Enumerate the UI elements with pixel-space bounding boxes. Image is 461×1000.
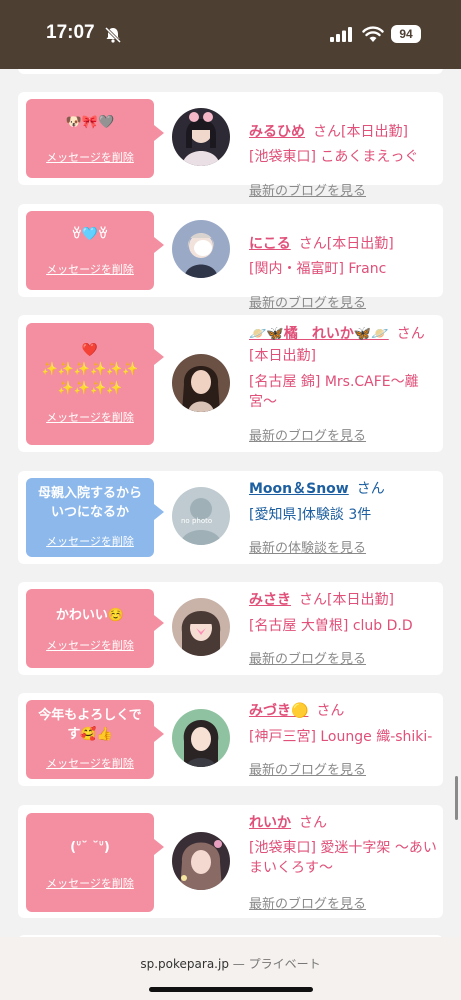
latest-review-link[interactable]: 最新の体験談を見る — [249, 537, 366, 556]
cast-name-link[interactable]: れいか — [249, 815, 291, 831]
url-domain: sp.pokepara.jp — [140, 957, 229, 971]
cast-name-link[interactable]: みづき🟡 — [249, 703, 308, 719]
avatar[interactable] — [172, 832, 230, 890]
cast-name-link[interactable]: みさき — [249, 592, 291, 608]
message-text: かわいい☺️ — [55, 608, 125, 623]
previous-card-edge — [18, 69, 443, 74]
avatar[interactable] — [172, 354, 230, 412]
cast-name-link[interactable]: にこる — [249, 236, 291, 252]
private-mode-label: プライベート — [248, 957, 321, 971]
wifi-icon — [362, 26, 384, 42]
shop-info: [池袋東口] 愛迷十字架 〜あいまいくろす〜 — [249, 840, 437, 876]
delete-message-link[interactable]: メッセージを削除 — [26, 261, 154, 277]
avatar[interactable] — [172, 108, 230, 166]
delete-message-link[interactable]: メッセージを削除 — [26, 149, 154, 165]
message-card: 今年もよろしくで す🥰👍 メッセージを削除 みづき🟡 さん [神戸三宮] Loun… — [18, 693, 443, 786]
bell-muted-icon — [104, 26, 122, 44]
battery-indicator: 94 — [391, 25, 421, 43]
shop-info: [名古屋 大曽根] club D.D — [249, 618, 413, 634]
name-line: 🪐🦋橘 れいか🦋🪐 さん[本日出勤] — [249, 323, 435, 367]
cast-name-link[interactable]: 🪐🦋橘 れいか🦋🪐 — [249, 326, 389, 342]
url-display[interactable]: sp.pokepara.jp — プライベート — [0, 955, 461, 972]
delete-message-link[interactable]: メッセージを削除 — [26, 755, 154, 771]
no-photo-label: no photo — [181, 517, 212, 525]
message-card: 🐶🎀🩶 メッセージを削除 みるひめ さん[本日出勤] [池袋東口] こあくまえっぐ… — [18, 92, 443, 199]
home-indicator[interactable] — [149, 987, 313, 992]
shop-info: [名古屋 錦] Mrs.CAFE〜離宮〜 — [249, 374, 419, 410]
message-list[interactable]: 🐶🎀🩶 メッセージを削除 みるひめ さん[本日出勤] [池袋東口] こあくまえっぐ… — [0, 69, 461, 937]
cast-name-link[interactable]: Moon＆Snow — [249, 481, 349, 497]
latest-blog-link[interactable]: 最新のブログを見る — [249, 180, 366, 199]
shop-info: [愛知県]体験談 3件 — [249, 507, 372, 523]
message-bubble: ❤️ ✨✨✨✨✨✨ ✨✨✨✨ メッセージを削除 — [26, 323, 164, 445]
latest-blog-link[interactable]: 最新のブログを見る — [249, 425, 366, 444]
message-text: ❤️ ✨✨✨✨✨✨ ✨✨✨✨ — [41, 343, 139, 396]
cast-status: さん[本日出勤] — [313, 124, 408, 140]
message-bubble: 🐶🎀🩶 メッセージを削除 — [26, 99, 164, 178]
latest-blog-link[interactable]: 最新のブログを見る — [249, 648, 366, 667]
status-time: 17:07 — [46, 22, 95, 43]
cast-status: さん — [316, 703, 345, 719]
signal-icon — [330, 27, 352, 42]
name-line: みづき🟡 さん — [249, 700, 435, 722]
latest-blog-link[interactable]: 最新のブログを見る — [249, 292, 366, 311]
delete-message-link[interactable]: メッセージを削除 — [26, 409, 154, 425]
status-bar: 17:07 94 — [0, 0, 461, 69]
name-line: みるひめ さん[本日出勤] — [249, 121, 435, 143]
latest-blog-link[interactable]: 最新のブログを見る — [249, 759, 366, 778]
cast-name-link[interactable]: みるひめ — [249, 124, 305, 140]
avatar[interactable] — [172, 709, 230, 767]
cast-status: さん — [356, 481, 385, 497]
message-card: (ᐡ˘ ˘ᐡ) メッセージを削除 れいか さん [池袋東口] 愛迷十字架 〜あいま… — [18, 805, 443, 918]
name-line: れいか さん — [249, 812, 435, 834]
shop-info: [池袋東口] こあくまえっぐ — [249, 149, 419, 165]
name-line: Moon＆Snow さん — [249, 478, 435, 500]
message-bubble: (ᐡ˘ ˘ᐡ) メッセージを削除 — [26, 813, 164, 912]
message-card: ❤️ ✨✨✨✨✨✨ ✨✨✨✨ メッセージを削除 🪐🦋橘 れいか🦋🪐 さん[本日出勤… — [18, 315, 443, 452]
message-text: 🐶🎀🩶 — [65, 115, 115, 130]
avatar[interactable]: no photo — [172, 487, 230, 545]
url-separator: — — [228, 957, 249, 971]
shop-info: [神戸三宮] Lounge 織-shiki- — [249, 729, 433, 745]
message-bubble: かわいい☺️ メッセージを削除 — [26, 589, 164, 668]
shop-info: [関内・福富町] Franc — [249, 261, 387, 277]
message-bubble: 今年もよろしくで す🥰👍 メッセージを削除 — [26, 700, 164, 779]
cast-status: さん[本日出勤] — [299, 592, 394, 608]
message-text: ꈊ🩵ꈊ — [71, 227, 109, 242]
latest-blog-link[interactable]: 最新のブログを見る — [249, 893, 366, 912]
scroll-indicator[interactable] — [455, 776, 458, 820]
message-card: 母親入院するから いつになるか メッセージを削除 no photo Moon＆S… — [18, 471, 443, 564]
name-line: にこる さん[本日出勤] — [249, 233, 435, 255]
avatar[interactable] — [172, 220, 230, 278]
delete-message-link[interactable]: メッセージを削除 — [26, 637, 154, 653]
name-line: みさき さん[本日出勤] — [249, 589, 435, 611]
cast-status: さん[本日出勤] — [298, 236, 394, 252]
cast-status: さん — [299, 815, 327, 831]
browser-address-bar[interactable]: sp.pokepara.jp — プライベート — [0, 937, 461, 1000]
message-text: 母親入院するから いつになるか — [37, 486, 142, 520]
message-card: ꈊ🩵ꈊ メッセージを削除 にこる さん[本日出勤] [関内・福富町] Franc … — [18, 204, 443, 311]
message-bubble: 母親入院するから いつになるか メッセージを削除 — [26, 478, 164, 557]
message-text: 今年もよろしくで す🥰👍 — [38, 708, 142, 742]
avatar[interactable] — [172, 598, 230, 656]
message-card: かわいい☺️ メッセージを削除 みさき さん[本日出勤] [名古屋 大曽根] cl… — [18, 582, 443, 675]
delete-message-link[interactable]: メッセージを削除 — [26, 875, 154, 891]
message-bubble: ꈊ🩵ꈊ メッセージを削除 — [26, 211, 164, 290]
message-text: (ᐡ˘ ˘ᐡ) — [70, 840, 110, 855]
delete-message-link[interactable]: メッセージを削除 — [26, 533, 154, 549]
